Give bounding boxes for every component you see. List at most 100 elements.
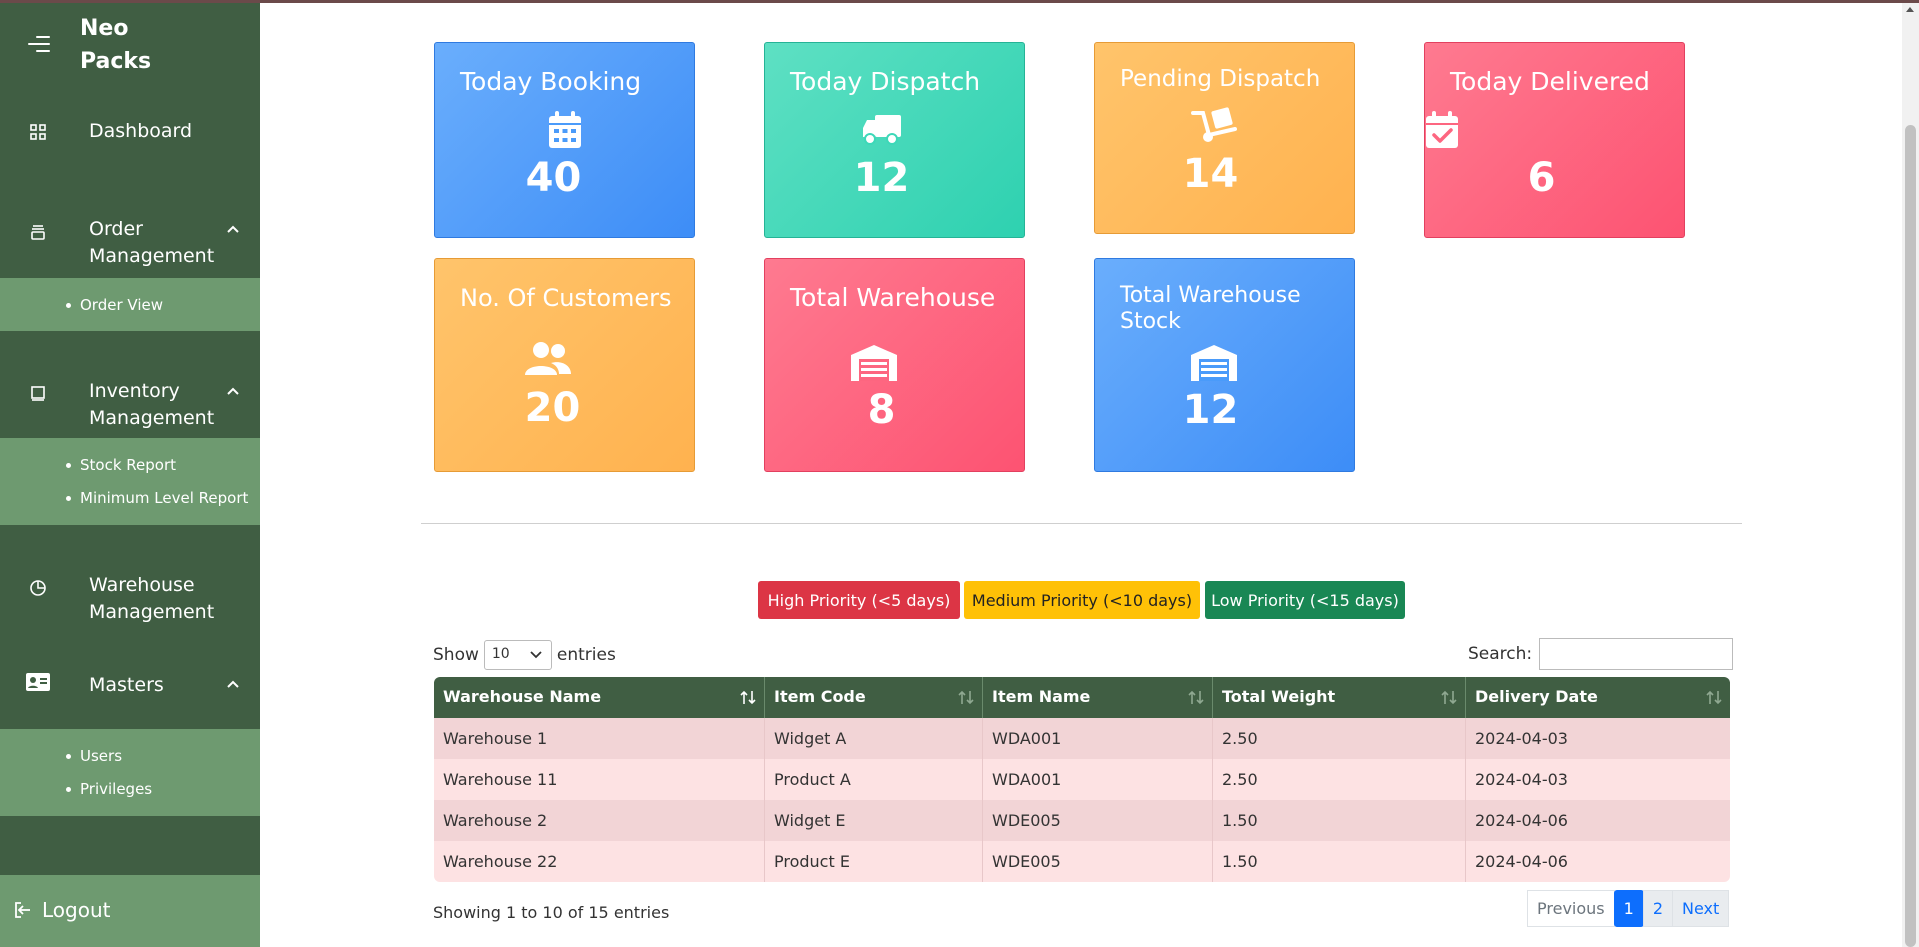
sidebar-subitem-minimum-level-report[interactable]: Minimum Level Report — [65, 489, 248, 507]
orders-table: Warehouse Name Item Code Item Name Total… — [434, 677, 1730, 882]
table-row[interactable]: Warehouse 22 Product E WDE005 1.50 2024-… — [434, 841, 1730, 882]
card-total-warehouse[interactable]: Total Warehouse 8 — [764, 258, 1025, 472]
card-title: No. Of Customers — [460, 284, 672, 312]
cell-warehouse-name: Warehouse 2 — [434, 800, 765, 841]
masters-submenu: Users Privileges — [0, 729, 260, 816]
sidebar-item-order-management[interactable]: Order Management — [0, 212, 260, 276]
sidebar-subitem-order-view[interactable]: Order View — [66, 296, 163, 314]
sort-icon — [740, 690, 756, 705]
sort-icon — [1188, 690, 1204, 705]
pie-chart-icon — [28, 578, 48, 598]
brand: Neo Packs — [0, 8, 260, 78]
sidebar-item-label: Warehouse Management — [89, 574, 215, 623]
table-row[interactable]: Warehouse 2 Widget E WDE005 1.50 2024-04… — [434, 800, 1730, 841]
chevron-up-icon[interactable] — [226, 384, 240, 398]
card-title: Total Warehouse Stock — [1120, 283, 1301, 334]
cell-item-name: WDA001 — [983, 759, 1213, 800]
card-today-dispatch[interactable]: Today Dispatch 12 — [764, 42, 1025, 238]
card-value: 14 — [1182, 151, 1239, 197]
cell-total-weight: 1.50 — [1213, 800, 1466, 841]
sidebar-item-dashboard[interactable]: Dashboard — [0, 112, 260, 152]
scroll-up-arrow-icon[interactable] — [1906, 7, 1914, 12]
cell-delivery-date: 2024-04-03 — [1475, 770, 1568, 789]
order-submenu: Order View — [0, 278, 260, 331]
column-header-item-name[interactable]: Item Name — [983, 677, 1213, 718]
entries-length-control: Show 10 entries — [433, 640, 616, 670]
sort-icon — [958, 690, 974, 705]
high-priority-button[interactable]: High Priority (<5 days) — [758, 581, 960, 619]
sidebar: Neo Packs Dashboard Order Management Ord… — [0, 0, 260, 947]
page-2-button[interactable]: 2 — [1642, 890, 1673, 927]
table-row[interactable]: Warehouse 11 Product A WDA001 2.50 2024-… — [434, 759, 1730, 800]
sidebar-item-label: Dashboard — [89, 120, 193, 142]
table-search: Search: — [1468, 638, 1734, 670]
entries-select-value: 10 — [491, 646, 510, 662]
table-header: Warehouse Name Item Code Item Name Total… — [434, 677, 1730, 718]
card-title: Today Dispatch — [790, 67, 981, 96]
previous-page-button[interactable]: Previous — [1527, 890, 1615, 927]
card-today-delivered[interactable]: Today Delivered 6 — [1424, 42, 1685, 238]
column-header-total-weight[interactable]: Total Weight — [1213, 677, 1466, 718]
card-warehouse-stock[interactable]: Total Warehouse Stock 12 — [1094, 258, 1355, 472]
sidebar-item-inventory-management[interactable]: Inventory Management — [0, 374, 260, 438]
column-header-warehouse-name[interactable]: Warehouse Name — [434, 677, 765, 718]
column-header-item-code[interactable]: Item Code — [765, 677, 983, 718]
search-label: Search: — [1468, 644, 1533, 664]
window-top-border — [0, 0, 1919, 3]
inbox-icon — [28, 222, 48, 242]
cell-delivery-date: 2024-04-03 — [1475, 729, 1568, 748]
next-page-button[interactable]: Next — [1672, 890, 1730, 927]
sidebar-item-label: Inventory Management — [89, 380, 215, 429]
logout-icon — [15, 902, 30, 918]
medium-priority-button[interactable]: Medium Priority (<10 days) — [964, 581, 1200, 619]
warehouse-icon — [851, 345, 897, 381]
low-priority-button[interactable]: Low Priority (<15 days) — [1205, 581, 1405, 619]
cell-item-name: WDE005 — [983, 800, 1213, 841]
card-value: 40 — [525, 155, 582, 201]
card-pending-dispatch[interactable]: Pending Dispatch 14 — [1094, 42, 1355, 234]
column-header-delivery-date[interactable]: Delivery Date — [1466, 677, 1730, 718]
search-input[interactable] — [1539, 638, 1734, 670]
table-row[interactable]: Warehouse 1 Widget A WDA001 2.50 2024-04… — [434, 718, 1730, 759]
card-customers[interactable]: No. Of Customers 20 — [434, 258, 695, 472]
sidebar-item-masters[interactable]: Masters — [0, 666, 260, 706]
column-header-label: Item Name — [992, 687, 1091, 706]
brand-name: Neo Packs — [80, 16, 152, 74]
cell-delivery-date: 2024-04-06 — [1475, 811, 1568, 830]
dashboard-grid-icon — [28, 122, 48, 142]
sidebar-item-label: Order Management — [89, 218, 215, 267]
vertical-scrollbar[interactable] — [1902, 3, 1919, 947]
sidebar-subitem-stock-report[interactable]: Stock Report — [65, 456, 176, 474]
card-title: Pending Dispatch — [1120, 66, 1321, 92]
card-value: 12 — [1182, 387, 1239, 433]
entries-label: entries — [556, 645, 616, 665]
card-value: 6 — [1527, 155, 1556, 201]
entries-select[interactable]: 10 — [483, 640, 552, 670]
scrollbar-thumb[interactable] — [1905, 125, 1916, 947]
card-today-booking[interactable]: Today Booking 40 — [434, 42, 695, 238]
page-1-button[interactable]: 1 — [1613, 890, 1644, 927]
card-value: 12 — [853, 155, 910, 201]
pagination: Previous 1 2 Next — [1527, 890, 1730, 927]
column-header-label: Total Weight — [1222, 687, 1336, 706]
logout-button[interactable]: Logout — [0, 875, 260, 947]
sidebar-subitem-privileges[interactable]: Privileges — [65, 780, 152, 798]
cell-item-code: Widget A — [765, 718, 983, 759]
calendar-check-icon — [1426, 111, 1458, 148]
cell-warehouse-name: Warehouse 22 — [434, 841, 765, 882]
inventory-submenu: Stock Report Minimum Level Report — [0, 438, 260, 525]
chevron-up-icon[interactable] — [226, 222, 240, 236]
sidebar-item-warehouse-management[interactable]: Warehouse Management — [0, 568, 260, 632]
sidebar-item-label: Masters — [89, 674, 164, 696]
cell-item-code: Widget E — [765, 800, 983, 841]
cell-total-weight: 1.50 — [1213, 841, 1466, 882]
column-header-label: Warehouse Name — [443, 687, 602, 706]
cell-warehouse-name: Warehouse 1 — [434, 718, 765, 759]
cell-item-code: Product E — [765, 841, 983, 882]
column-header-label: Delivery Date — [1475, 687, 1598, 706]
sidebar-subitem-users[interactable]: Users — [65, 747, 122, 765]
menu-toggle-icon[interactable] — [28, 36, 50, 54]
card-title: Today Booking — [460, 67, 642, 96]
table-info: Showing 1 to 10 of 15 entries — [433, 903, 670, 922]
chevron-up-icon[interactable] — [226, 677, 240, 691]
